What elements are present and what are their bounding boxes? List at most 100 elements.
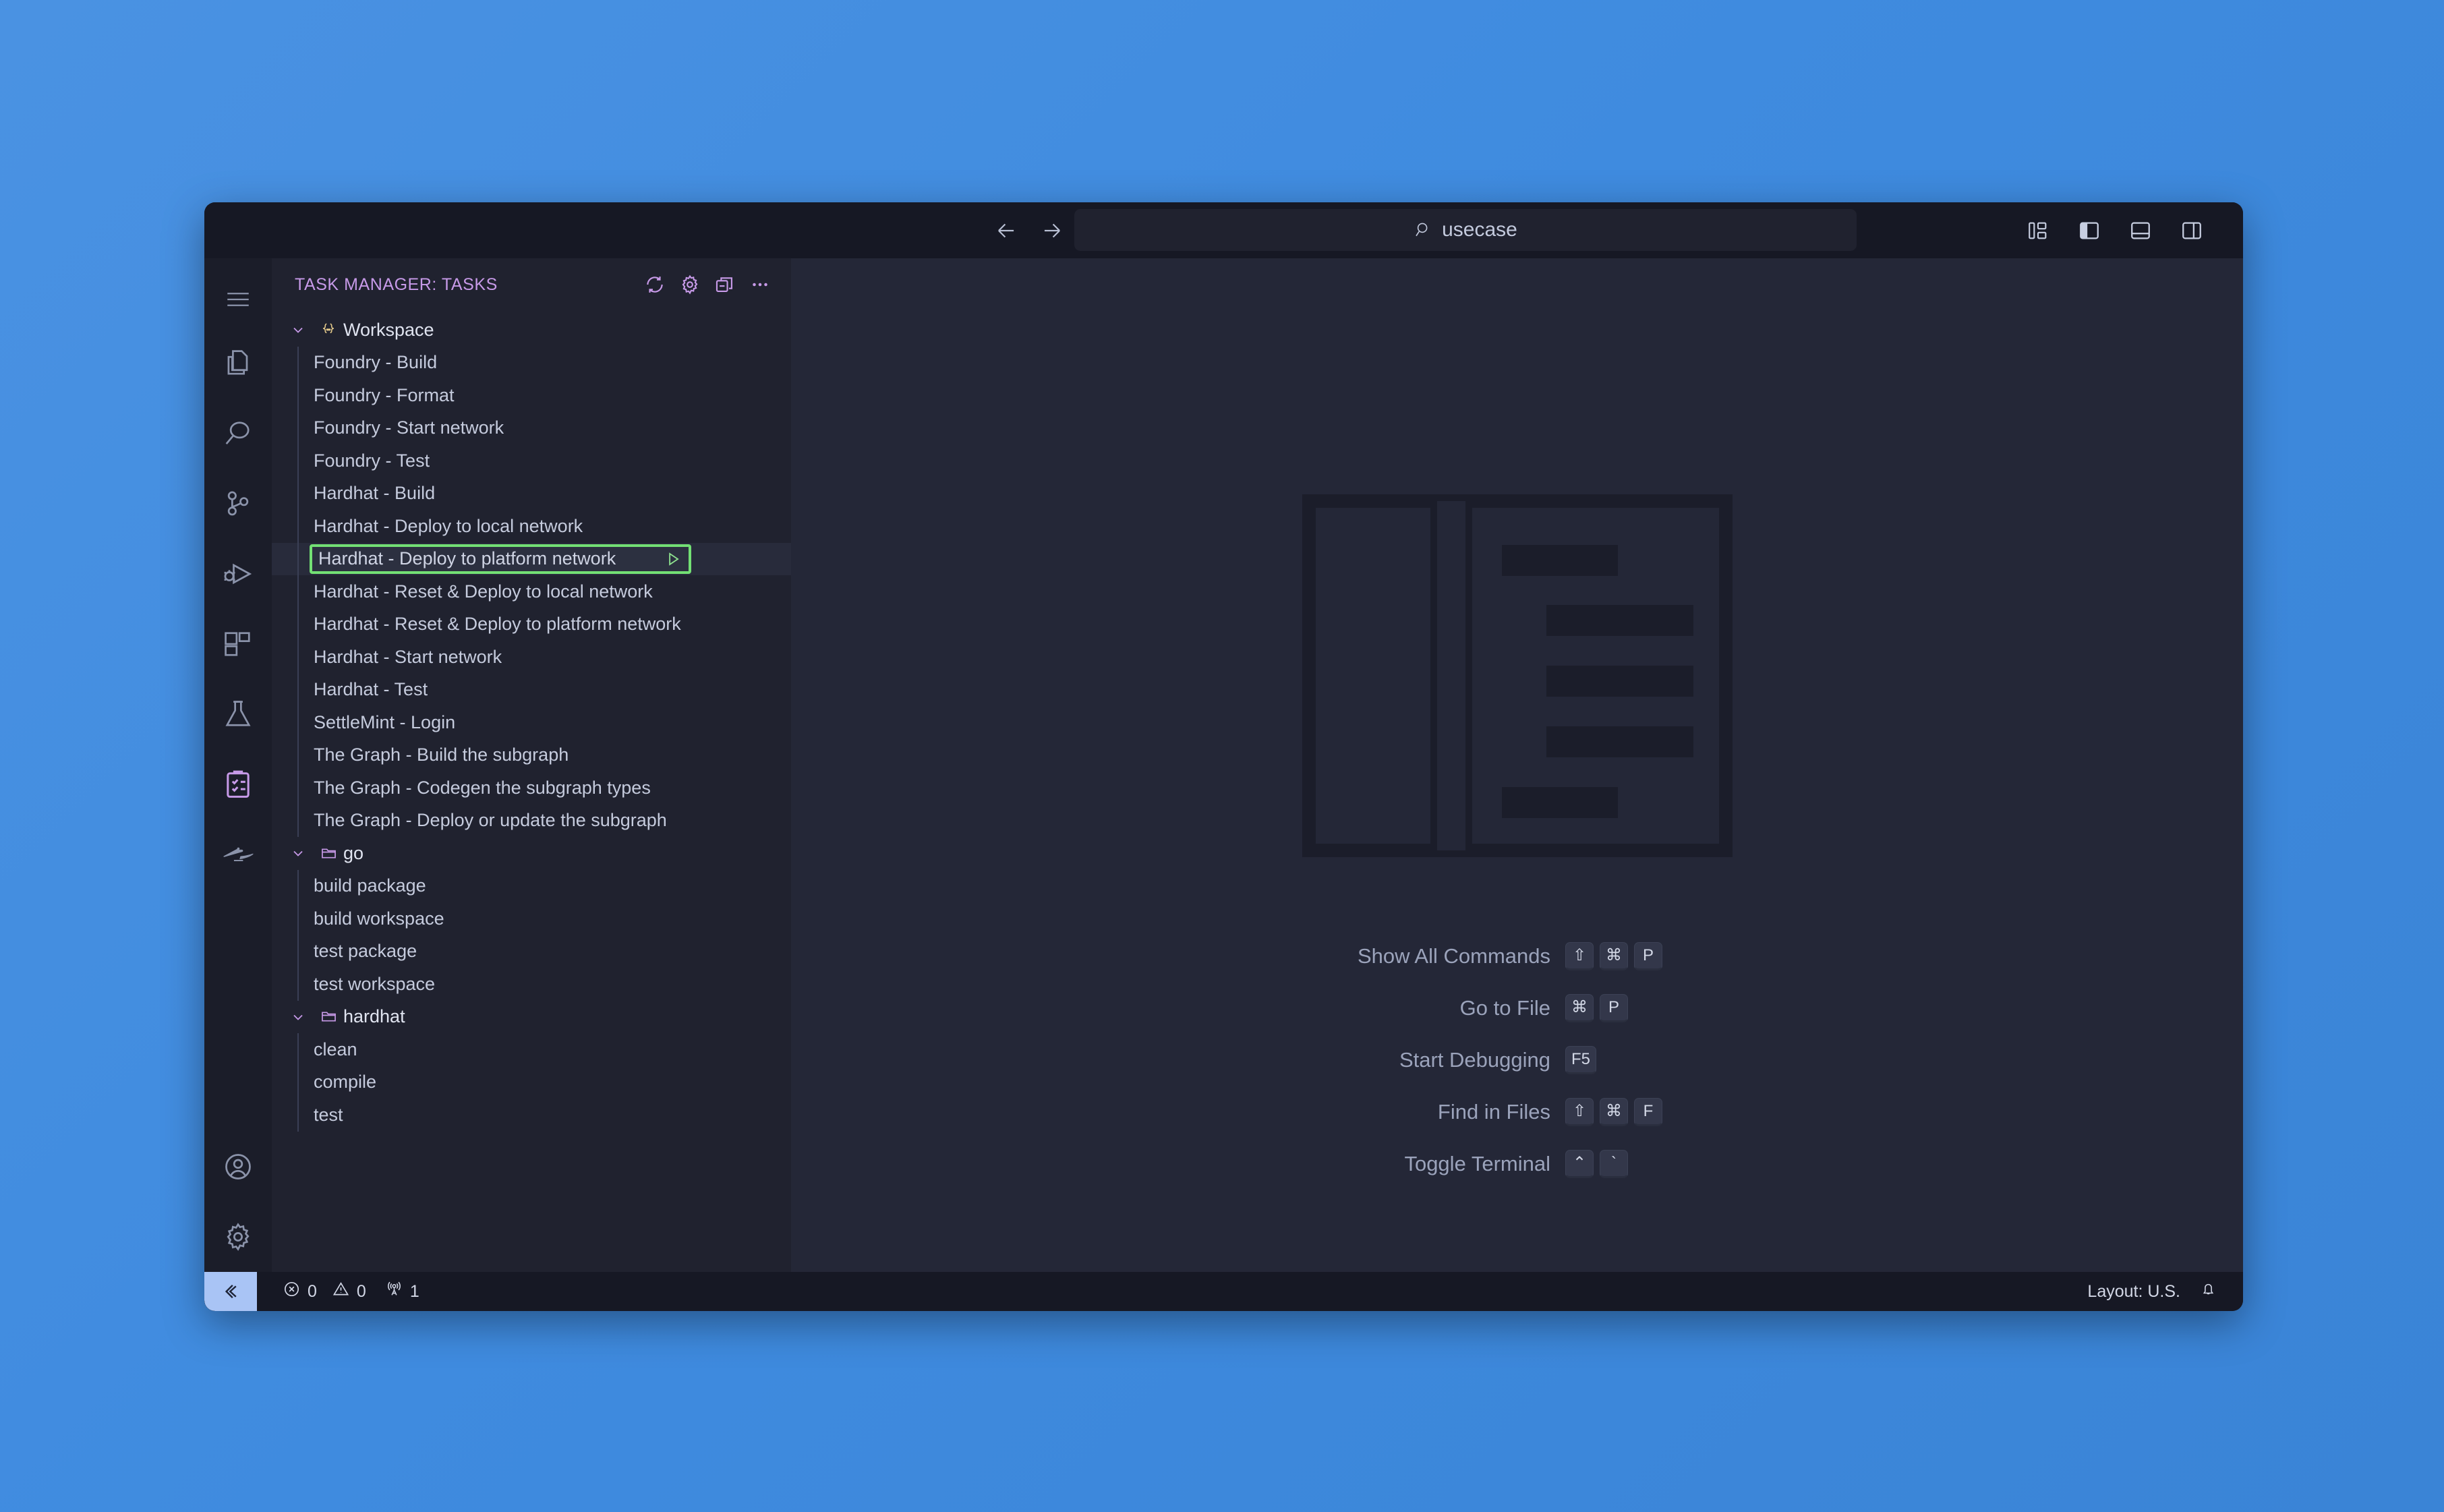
- toggle-secondary-sidebar-icon[interactable]: [2178, 217, 2205, 244]
- empty-editor-layout-graphic: [1302, 494, 1733, 857]
- task-row[interactable]: Hardhat - Build: [272, 477, 791, 511]
- kbd-key: ⌘: [1565, 993, 1594, 1022]
- task-row[interactable]: test: [272, 1099, 791, 1132]
- task-row[interactable]: Foundry - Test: [272, 444, 791, 477]
- refresh-icon[interactable]: [637, 267, 672, 302]
- task-row[interactable]: Foundry - Format: [272, 379, 791, 412]
- task-row[interactable]: test workspace: [272, 968, 791, 1001]
- task-row[interactable]: SettleMint - Login: [272, 706, 791, 739]
- sidebar-item-source-control[interactable]: [204, 469, 272, 539]
- shortcut-keys: ⌃ `: [1565, 1149, 1677, 1178]
- quick-input-value: usecase: [1442, 219, 1517, 241]
- quick-input-search-box[interactable]: usecase: [1074, 209, 1857, 251]
- notifications-bell[interactable]: [2190, 1272, 2227, 1311]
- shortcut-row[interactable]: Toggle Terminal ⌃ `: [1358, 1138, 1677, 1190]
- arrow-left-icon[interactable]: [991, 215, 1022, 246]
- watermark-sidebar-block: [1308, 501, 1437, 850]
- warning-count: 0: [356, 1281, 366, 1301]
- task-row-selected[interactable]: Hardhat - Deploy to platform network: [272, 542, 791, 575]
- keyboard-layout-status[interactable]: Layout: U.S.: [2078, 1272, 2190, 1311]
- task-row[interactable]: The Graph - Build the subgraph: [272, 738, 791, 772]
- play-icon[interactable]: [662, 548, 685, 571]
- layout-controls: [2025, 202, 2205, 258]
- shortcut-label: Start Debugging: [1399, 1047, 1550, 1072]
- task-row[interactable]: clean: [272, 1033, 791, 1066]
- status-bar-left: 0 0 1: [257, 1272, 429, 1311]
- shortcut-label: Show All Commands: [1357, 943, 1550, 968]
- shortcut-row[interactable]: Find in Files ⇧ ⌘ F: [1358, 1086, 1677, 1138]
- task-row[interactable]: Hardhat - Reset & Deploy to platform net…: [272, 608, 791, 641]
- ports-status[interactable]: 1: [376, 1272, 429, 1311]
- task-row[interactable]: The Graph - Codegen the subgraph types: [272, 772, 791, 805]
- sidebar-item-search[interactable]: [204, 399, 272, 469]
- watermark-bar: [1546, 605, 1693, 636]
- folder-icon: [314, 1008, 343, 1026]
- kbd-key: F5: [1565, 1045, 1597, 1074]
- account-icon[interactable]: [204, 1132, 272, 1202]
- sidebar-item-task-manager[interactable]: [204, 749, 272, 819]
- toggle-primary-sidebar-icon[interactable]: [2076, 217, 2103, 244]
- task-row[interactable]: test package: [272, 935, 791, 968]
- task-row[interactable]: build package: [272, 869, 791, 903]
- task-row[interactable]: Foundry - Build: [272, 346, 791, 380]
- sidebar-item-codeium[interactable]: [204, 819, 272, 890]
- sidebar-item-run-and-debug[interactable]: [204, 539, 272, 609]
- task-row[interactable]: The Graph - Deploy or update the subgrap…: [272, 804, 791, 838]
- task-row[interactable]: Foundry - Start network: [272, 411, 791, 445]
- shortcut-label: Find in Files: [1437, 1099, 1550, 1124]
- task-tree[interactable]: Workspace Foundry - Build Foundry - Form…: [272, 311, 791, 1272]
- task-label: compile: [314, 1072, 377, 1093]
- radio-tower-icon: [385, 1280, 403, 1303]
- tree-group-label: go: [343, 842, 364, 863]
- tree-group-workspace[interactable]: Workspace: [272, 314, 791, 347]
- shortcut-row[interactable]: Start Debugging F5: [1358, 1034, 1677, 1086]
- title-bar-navigation: [204, 215, 1068, 246]
- sidebar-item-explorer[interactable]: [204, 328, 272, 399]
- activity-bar: [204, 258, 272, 1272]
- arrow-right-icon[interactable]: [1037, 215, 1068, 246]
- shortcut-row[interactable]: Show All Commands ⇧ ⌘ P: [1358, 930, 1677, 982]
- error-circle-icon: [283, 1280, 301, 1303]
- ellipsis-icon[interactable]: [743, 267, 778, 302]
- side-bar-title: TASK MANAGER: TASKS: [295, 274, 498, 294]
- task-label: test workspace: [314, 973, 436, 994]
- task-row[interactable]: build workspace: [272, 902, 791, 935]
- watermark-shortcuts: Show All Commands ⇧ ⌘ P Go to File ⌘ P S…: [1358, 930, 1677, 1190]
- task-selection-box[interactable]: Hardhat - Deploy to platform network: [310, 544, 691, 574]
- collapse-all-icon[interactable]: [707, 267, 743, 302]
- shortcut-row[interactable]: Go to File ⌘ P: [1358, 982, 1677, 1034]
- side-bar-header: TASK MANAGER: TASKS: [272, 258, 791, 311]
- watermark-bar: [1546, 726, 1693, 757]
- task-label: SettleMint - Login: [314, 711, 456, 732]
- toggle-panel-icon[interactable]: [2127, 217, 2154, 244]
- watermark-gap: [1437, 501, 1465, 850]
- task-row[interactable]: Hardhat - Reset & Deploy to local networ…: [272, 575, 791, 608]
- task-label: test: [314, 1104, 343, 1125]
- task-row[interactable]: Hardhat - Deploy to local network: [272, 510, 791, 543]
- task-row[interactable]: Hardhat - Test: [272, 673, 791, 707]
- task-label: Hardhat - Start network: [314, 646, 502, 667]
- task-label: test package: [314, 941, 417, 962]
- task-label: Hardhat - Test: [314, 679, 428, 700]
- hamburger-menu-icon[interactable]: [204, 270, 272, 328]
- sidebar-item-extensions[interactable]: [204, 609, 272, 679]
- task-label: Foundry - Build: [314, 352, 438, 373]
- sidebar-item-testing[interactable]: [204, 679, 272, 749]
- task-row[interactable]: compile: [272, 1066, 791, 1099]
- tree-group-label: hardhat: [343, 1006, 405, 1027]
- kbd-key: ⌘: [1600, 1097, 1628, 1126]
- tree-group-label: Workspace: [343, 319, 434, 340]
- tree-group-go[interactable]: go: [272, 837, 791, 870]
- editor-area: Show All Commands ⇧ ⌘ P Go to File ⌘ P S…: [791, 258, 2243, 1272]
- task-row[interactable]: Hardhat - Start network: [272, 641, 791, 674]
- task-label: Hardhat - Reset & Deploy to platform net…: [314, 614, 681, 635]
- tree-group-hardhat[interactable]: hardhat: [272, 1001, 791, 1034]
- shortcut-keys: ⇧ ⌘ F: [1565, 1097, 1677, 1126]
- gear-icon[interactable]: [672, 267, 707, 302]
- chevron-down-icon: [283, 845, 314, 861]
- customize-layout-icon[interactable]: [2025, 217, 2052, 244]
- problems-status[interactable]: 0 0: [273, 1272, 376, 1311]
- remote-window-icon[interactable]: [204, 1272, 257, 1311]
- kbd-key: P: [1600, 993, 1628, 1022]
- gear-icon[interactable]: [204, 1202, 272, 1272]
